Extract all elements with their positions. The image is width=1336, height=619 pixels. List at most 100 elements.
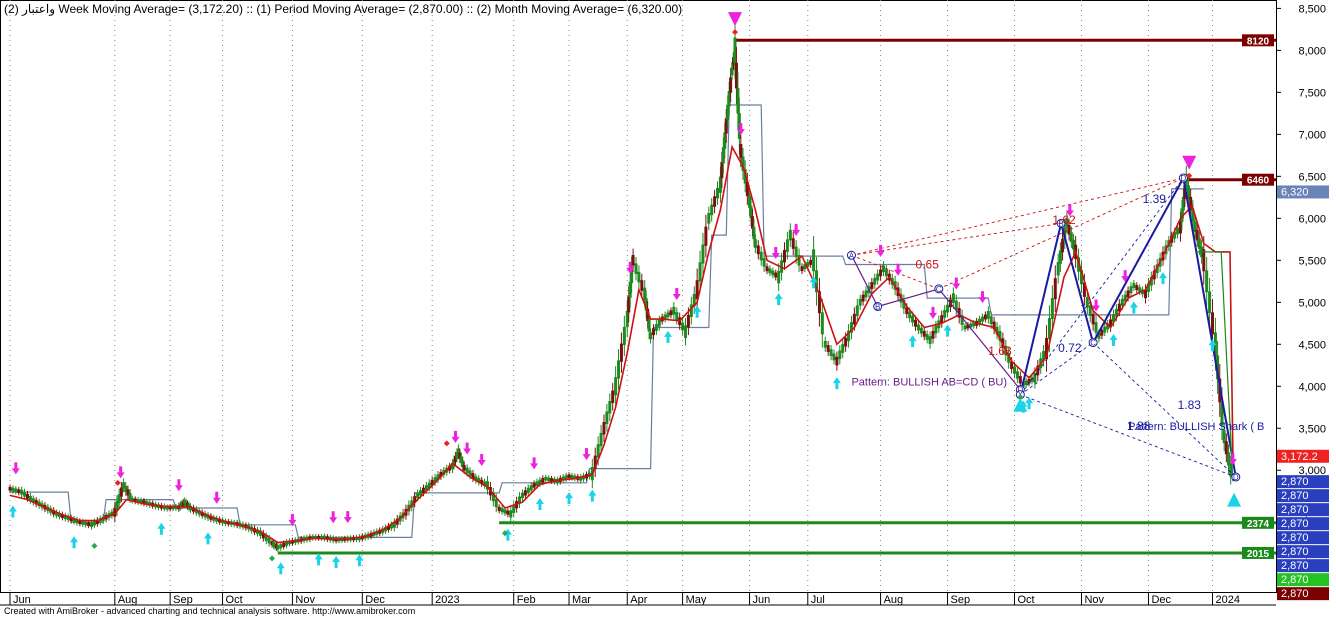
price-candle	[919, 327, 923, 334]
y-tick-label: 8,000	[1298, 45, 1326, 57]
price-candle	[11, 487, 15, 492]
price-candle	[1100, 329, 1104, 336]
annotation-pattern-shark: Pattern: BULLISH Shark ( B	[1128, 421, 1264, 433]
y-tick-label: 4,000	[1298, 381, 1326, 393]
y-tick-label: 7,500	[1298, 87, 1326, 99]
right-value-label: 2,870	[1281, 504, 1309, 516]
right-value-label: 2,870	[1281, 476, 1309, 488]
price-candle	[809, 259, 813, 265]
annotation-ratio-072: 0.72	[1058, 341, 1082, 355]
y-tick-label: 6,500	[1298, 171, 1326, 183]
x-tick-label: 2023	[435, 594, 459, 606]
price-candle	[523, 490, 527, 496]
price-candle	[681, 322, 685, 331]
x-tick-label: May	[686, 594, 707, 606]
price-candle	[788, 229, 792, 241]
price-candle	[829, 349, 833, 357]
price-candle	[765, 266, 769, 272]
price-candle	[416, 492, 420, 499]
price-candle	[1056, 262, 1060, 276]
price-candle	[762, 258, 766, 267]
price-candle	[753, 239, 757, 248]
price-candle	[951, 293, 955, 303]
level-label-2374: 2374	[1247, 519, 1270, 530]
price-candle	[1015, 371, 1019, 379]
price-candle	[983, 314, 987, 320]
price-candle	[698, 262, 702, 282]
y-tick-label: 8,500	[1298, 3, 1326, 15]
price-candle	[835, 356, 839, 366]
price-candle	[651, 328, 655, 336]
price-candle	[826, 345, 830, 352]
price-candle	[774, 272, 778, 278]
price-candle	[777, 270, 781, 284]
price-candle	[861, 294, 865, 302]
price-candle	[785, 239, 789, 252]
price-candle	[8, 486, 12, 491]
price-candle	[922, 330, 926, 337]
price-candle	[1224, 441, 1228, 455]
right-value-label: 2,870	[1281, 560, 1309, 572]
x-tick-label: Aug	[884, 594, 904, 606]
price-candle	[908, 311, 912, 319]
price-candle	[870, 282, 874, 289]
pattern-point-label: D	[1233, 473, 1239, 482]
annotation-ratio-139: 1.39	[1143, 192, 1167, 206]
price-candle	[986, 311, 990, 319]
price-candle	[701, 244, 705, 264]
right-value-label: 2,870	[1281, 574, 1309, 586]
price-candle	[529, 485, 533, 491]
y-tick-label: 3,500	[1298, 423, 1326, 435]
price-candle	[823, 340, 827, 348]
price-candle	[1094, 322, 1098, 333]
price-candle	[509, 510, 513, 518]
price-candle	[654, 324, 658, 331]
annotation-ratio-065: 0.65	[916, 258, 940, 272]
price-candle	[468, 470, 472, 476]
price-candle	[978, 318, 982, 324]
price-candle	[940, 315, 944, 323]
x-tick-label: Mar	[572, 594, 591, 606]
price-candle	[963, 325, 967, 330]
price-candle	[832, 353, 836, 361]
price-candle	[1058, 250, 1062, 264]
y-tick-label: 5,500	[1298, 255, 1326, 267]
x-tick-label: Oct	[1018, 594, 1035, 606]
annotation-ratio-162: 1.62	[1052, 213, 1076, 227]
price-candle	[532, 483, 536, 488]
price-candle	[512, 505, 516, 513]
pattern-point-label: C	[1090, 339, 1096, 348]
price-candle	[1053, 278, 1057, 300]
y-tick-label: 4,500	[1298, 339, 1326, 351]
price-candle	[567, 474, 571, 478]
price-candle	[541, 478, 545, 483]
price-candle	[608, 401, 612, 414]
price-candle	[14, 488, 18, 493]
price-candle	[1208, 291, 1212, 314]
price-candle	[602, 422, 606, 435]
right-value-label: 2,870	[1281, 532, 1309, 544]
price-candle	[267, 538, 271, 544]
price-candle	[669, 310, 673, 316]
price-candle	[800, 266, 804, 272]
x-tick-label: Nov	[1084, 594, 1104, 606]
chart-header: واعتبار (2) Week Moving Average= (3,172.…	[4, 2, 682, 16]
price-candle	[943, 309, 947, 318]
price-candle	[520, 492, 524, 499]
x-tick-label: Jun	[753, 594, 771, 606]
price-candle	[20, 489, 24, 495]
price-candle	[631, 255, 635, 266]
indicator-legend: (2) Week Moving Average= (3,172.20) :: (…	[4, 2, 683, 16]
x-tick-label: Jun	[13, 594, 31, 606]
price-candle	[791, 238, 795, 249]
price-candle	[622, 326, 626, 345]
price-candle	[934, 325, 938, 334]
footer-credit: Created with AmiBroker - advanced charti…	[4, 606, 416, 616]
price-candle	[716, 187, 720, 199]
x-tick-label: Apr	[630, 594, 647, 606]
price-candle	[649, 332, 653, 340]
price-candle	[844, 337, 848, 347]
price-candle	[1013, 366, 1017, 374]
pattern-point-label: A	[849, 251, 855, 260]
price-candle	[782, 249, 786, 263]
